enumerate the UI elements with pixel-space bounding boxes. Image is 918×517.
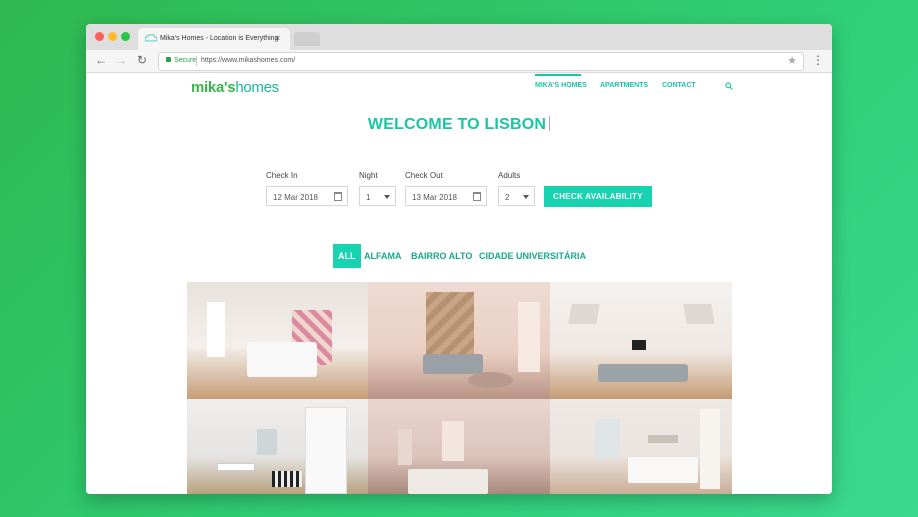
check-availability-button[interactable]: CHECK AVAILABILITY — [544, 186, 652, 207]
site-logo[interactable]: mika'shomes — [191, 79, 279, 96]
search-icon[interactable] — [725, 82, 733, 90]
browser-toolbar: ← → ↻ Secure https://www.mikashomes.com/… — [86, 50, 832, 73]
tab-bar: Mika's Homes - Location is Everything × — [86, 24, 832, 50]
nav-apartments[interactable]: APARTMENTS — [600, 82, 648, 89]
checkin-value: 12 Mar 2018 — [273, 193, 318, 202]
nav-mikas-homes[interactable]: MIKA'S HOMES — [535, 82, 587, 89]
logo-part-2: homes — [235, 79, 279, 96]
adults-value: 2 — [505, 193, 510, 202]
checkin-label: Check In — [266, 171, 298, 180]
browser-window: Mika's Homes - Location is Everything × … — [86, 24, 832, 494]
filter-alfama[interactable]: ALFAMA — [364, 244, 402, 268]
adults-label: Adults — [498, 171, 521, 180]
chevron-down-icon — [384, 195, 390, 199]
calendar-icon — [334, 192, 342, 201]
page-title-text: WELCOME TO LISBON — [367, 116, 547, 133]
filter-bairro-alto[interactable]: BAIRRO ALTO — [411, 244, 472, 268]
checkout-label: Check Out — [405, 171, 443, 180]
favicon-icon — [145, 34, 157, 42]
lock-icon — [166, 57, 171, 62]
browser-tab[interactable]: Mika's Homes - Location is Everything × — [138, 28, 290, 50]
tab-close-icon[interactable]: × — [275, 33, 280, 43]
filter-cidade-universitaria[interactable]: CIDADE UNIVERSITÁRIA — [479, 244, 586, 268]
page-title: WELCOME TO LISBON — [86, 116, 832, 134]
tab-title: Mika's Homes - Location is Everything — [160, 35, 279, 42]
checkout-value: 13 Mar 2018 — [412, 193, 457, 202]
living-room-photo[interactable] — [368, 282, 550, 399]
filter-all[interactable]: ALL — [333, 244, 361, 268]
calendar-icon — [473, 192, 481, 201]
checkout-field[interactable]: 13 Mar 2018 — [405, 186, 487, 206]
address-bar[interactable]: Secure https://www.mikashomes.com/ ★ — [158, 52, 804, 71]
close-window-button[interactable] — [95, 32, 104, 41]
bedroom-2-photo[interactable] — [550, 399, 732, 494]
web-page: mika'shomes MIKA'S HOMES APARTMENTS CONT… — [86, 73, 832, 494]
nav-contact[interactable]: CONTACT — [662, 82, 696, 89]
arrow-left-icon[interactable]: ← — [95, 53, 107, 67]
text-caret — [549, 116, 551, 131]
logo-part-1: mika's — [191, 79, 236, 96]
maximize-window-button[interactable] — [121, 32, 130, 41]
new-tab-button[interactable] — [294, 32, 320, 46]
night-value: 1 — [366, 193, 371, 202]
night-label: Night — [359, 171, 378, 180]
adults-select[interactable]: 2 — [498, 186, 535, 206]
minimize-window-button[interactable] — [108, 32, 117, 41]
bedroom-photo[interactable] — [187, 282, 368, 399]
active-nav-indicator — [535, 74, 581, 76]
reload-icon[interactable]: ↻ — [137, 53, 147, 67]
lounge-photo[interactable] — [550, 282, 732, 399]
studio-photo[interactable] — [187, 399, 368, 494]
night-select[interactable]: 1 — [359, 186, 396, 206]
chevron-down-icon — [523, 195, 529, 199]
url-text[interactable]: https://www.mikashomes.com/ — [201, 57, 295, 64]
kebab-menu-icon[interactable]: ⋮ — [812, 53, 824, 67]
secure-label: Secure — [174, 57, 197, 64]
kitchen-photo[interactable] — [368, 399, 550, 494]
divider — [196, 56, 197, 66]
arrow-right-icon[interactable]: → — [115, 53, 127, 67]
checkin-field[interactable]: 12 Mar 2018 — [266, 186, 348, 206]
star-icon[interactable]: ★ — [787, 54, 797, 67]
